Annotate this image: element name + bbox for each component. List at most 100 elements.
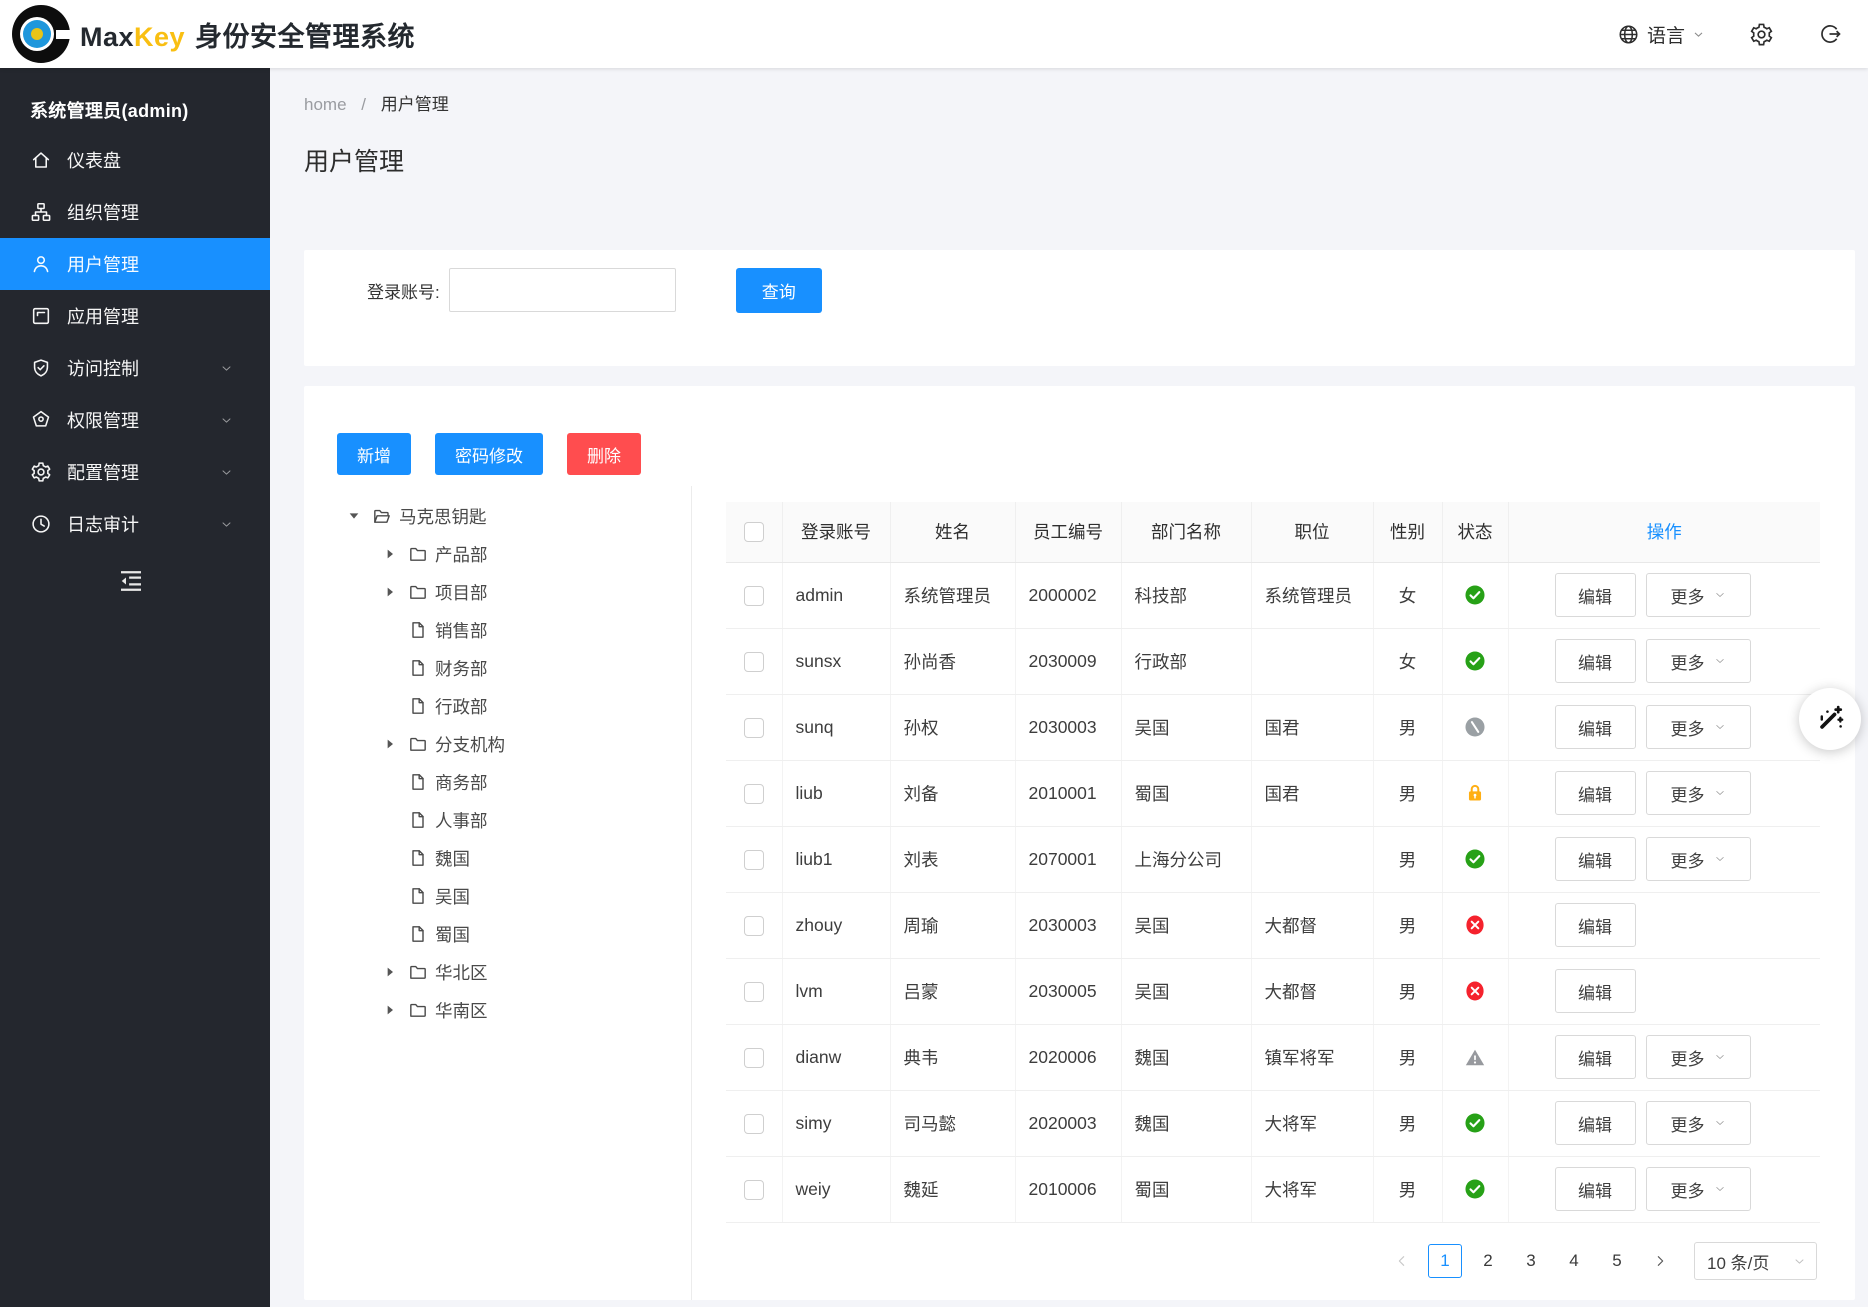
status-cell: [1442, 1156, 1508, 1222]
breadcrumb-home[interactable]: home: [304, 95, 347, 114]
more-button[interactable]: 更多: [1646, 573, 1751, 617]
tree-node[interactable]: 分支机构: [304, 725, 691, 763]
account-cell: lvm: [782, 958, 890, 1024]
sidebar-item-label: 日志审计: [67, 511, 139, 537]
tree-node[interactable]: 销售部: [304, 611, 691, 649]
tree-node[interactable]: 行政部: [304, 687, 691, 725]
more-button[interactable]: 更多: [1646, 1101, 1751, 1145]
tree-node-label: 人事部: [435, 808, 488, 833]
page-3-button[interactable]: 3: [1514, 1244, 1548, 1278]
select-all-header: [726, 502, 782, 562]
page-2-button[interactable]: 2: [1471, 1244, 1505, 1278]
tree-node[interactable]: 魏国: [304, 839, 691, 877]
tree-node[interactable]: 华南区: [304, 991, 691, 1029]
row-checkbox[interactable]: [744, 1180, 764, 1200]
row-checkbox[interactable]: [744, 784, 764, 804]
tree-node[interactable]: 项目部: [304, 573, 691, 611]
position-cell: 国君: [1251, 694, 1373, 760]
status-active-icon: [1464, 848, 1486, 870]
sidebar-item-org[interactable]: 组织管理: [0, 186, 270, 238]
file-icon: [408, 886, 428, 906]
edit-button[interactable]: 编辑: [1555, 705, 1636, 749]
settings-icon[interactable]: [1749, 22, 1774, 47]
name-cell: 孙尚香: [890, 628, 1015, 694]
tree-node[interactable]: 商务部: [304, 763, 691, 801]
row-select-cell: [726, 562, 782, 628]
caret-right-icon[interactable]: [382, 546, 398, 562]
caret-right-icon[interactable]: [382, 736, 398, 752]
tree-node[interactable]: 吴国: [304, 877, 691, 915]
tree-node[interactable]: 财务部: [304, 649, 691, 687]
caret-right-icon[interactable]: [382, 1002, 398, 1018]
edit-button[interactable]: 编辑: [1555, 837, 1636, 881]
more-button[interactable]: 更多: [1646, 639, 1751, 683]
row-checkbox[interactable]: [744, 586, 764, 606]
file-icon: [408, 924, 428, 944]
magic-wand-button[interactable]: [1799, 688, 1861, 750]
account-cell: zhouy: [782, 892, 890, 958]
edit-button[interactable]: 编辑: [1555, 1035, 1636, 1079]
delete-button[interactable]: 删除: [567, 433, 641, 475]
tree-node-label: 项目部: [435, 580, 488, 605]
position-cell: 系统管理员: [1251, 562, 1373, 628]
language-menu[interactable]: 语言: [1617, 21, 1705, 48]
more-button[interactable]: 更多: [1646, 1035, 1751, 1079]
edit-button[interactable]: 编辑: [1555, 1101, 1636, 1145]
page-4-button[interactable]: 4: [1557, 1244, 1591, 1278]
row-checkbox[interactable]: [744, 652, 764, 672]
logout-icon[interactable]: [1818, 22, 1842, 46]
sidebar-item-shield[interactable]: 访问控制: [0, 342, 270, 394]
position-cell: 国君: [1251, 760, 1373, 826]
tree-node[interactable]: 马克思钥匙: [304, 497, 691, 535]
change-password-button[interactable]: 密码修改: [435, 433, 543, 475]
sidebar-item-certificate[interactable]: 权限管理: [0, 394, 270, 446]
tree-node[interactable]: 华北区: [304, 953, 691, 991]
department-cell: 蜀国: [1121, 1156, 1251, 1222]
add-button[interactable]: 新增: [337, 433, 411, 475]
row-checkbox[interactable]: [744, 1048, 764, 1068]
table-row: lvm吕蒙2030005吴国大都督男编辑: [726, 958, 1820, 1024]
edit-button[interactable]: 编辑: [1555, 573, 1636, 617]
sidebar-item-home[interactable]: 仪表盘: [0, 134, 270, 186]
tree-node[interactable]: 蜀国: [304, 915, 691, 953]
department-cell: 蜀国: [1121, 760, 1251, 826]
sidebar-item-clock[interactable]: 日志审计: [0, 498, 270, 550]
tree-node[interactable]: 产品部: [304, 535, 691, 573]
row-checkbox[interactable]: [744, 850, 764, 870]
sidebar-item-gear[interactable]: 配置管理: [0, 446, 270, 498]
next-page-button[interactable]: [1643, 1244, 1677, 1278]
status-active-icon: [1464, 584, 1486, 606]
edit-button[interactable]: 编辑: [1555, 903, 1636, 947]
brand-max: Max: [80, 22, 134, 52]
page-1-button[interactable]: 1: [1428, 1244, 1462, 1278]
more-button[interactable]: 更多: [1646, 705, 1751, 749]
row-checkbox[interactable]: [744, 982, 764, 1002]
menu-fold-button[interactable]: [116, 566, 146, 596]
login-account-input[interactable]: [449, 268, 676, 312]
tree-node[interactable]: 人事部: [304, 801, 691, 839]
caret-down-icon[interactable]: [346, 508, 362, 524]
row-checkbox[interactable]: [744, 1114, 764, 1134]
row-select-cell: [726, 1156, 782, 1222]
caret-right-icon[interactable]: [382, 584, 398, 600]
select-all-checkbox[interactable]: [744, 522, 764, 542]
edit-button[interactable]: 编辑: [1555, 771, 1636, 815]
chevron-down-icon: [215, 409, 237, 431]
query-button[interactable]: 查询: [736, 268, 822, 313]
actions-cell: 编辑更多: [1508, 1090, 1820, 1156]
sidebar-item-user[interactable]: 用户管理: [0, 238, 270, 290]
prev-page-button[interactable]: [1385, 1244, 1419, 1278]
row-checkbox[interactable]: [744, 916, 764, 936]
more-button[interactable]: 更多: [1646, 1167, 1751, 1211]
sidebar-item-app[interactable]: 应用管理: [0, 290, 270, 342]
page-size-select[interactable]: 10 条/页: [1694, 1242, 1817, 1280]
more-button[interactable]: 更多: [1646, 837, 1751, 881]
edit-button[interactable]: 编辑: [1555, 1167, 1636, 1211]
account-cell: admin: [782, 562, 890, 628]
edit-button[interactable]: 编辑: [1555, 969, 1636, 1013]
caret-right-icon[interactable]: [382, 964, 398, 980]
page-5-button[interactable]: 5: [1600, 1244, 1634, 1278]
edit-button[interactable]: 编辑: [1555, 639, 1636, 683]
more-button[interactable]: 更多: [1646, 771, 1751, 815]
row-checkbox[interactable]: [744, 718, 764, 738]
